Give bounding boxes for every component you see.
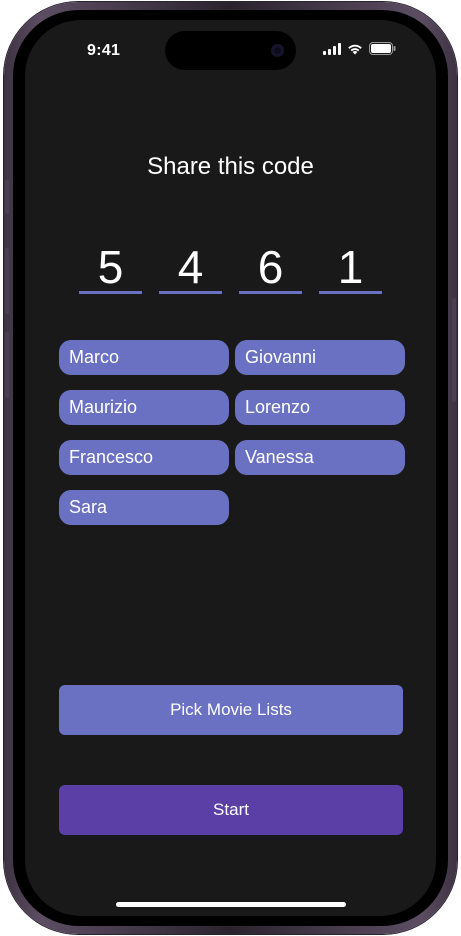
share-code: 5 4 6 1 [79,242,383,294]
silent-switch [5,180,9,214]
cellular-signal-icon [323,42,341,55]
player-chip[interactable]: Giovanni [235,340,405,375]
battery-icon [369,42,396,55]
code-digit: 6 [239,242,302,294]
code-digit: 5 [79,242,142,294]
home-indicator[interactable] [116,902,346,907]
player-chip[interactable]: Lorenzo [235,390,405,425]
player-chip[interactable]: Francesco [59,440,229,475]
app-screen: 9:41 Share this code 5 4 6 1 Marco Giova… [25,20,436,916]
player-chip[interactable]: Sara [59,490,229,525]
status-time: 9:41 [87,42,121,59]
volume-up-button [5,248,9,314]
code-digit: 1 [319,242,382,294]
volume-down-button [5,332,9,398]
status-icons [323,42,396,55]
player-chip[interactable]: Maurizio [59,390,229,425]
page-title: Share this code [147,153,314,180]
player-chip[interactable]: Marco [59,340,229,375]
start-button[interactable]: Start [59,785,403,835]
player-chip[interactable]: Vanessa [235,440,405,475]
pick-movie-lists-button[interactable]: Pick Movie Lists [59,685,403,735]
power-button [452,298,456,402]
wifi-icon [347,43,363,55]
dynamic-island [165,31,296,70]
code-digit: 4 [159,242,222,294]
camera-icon [271,44,284,57]
